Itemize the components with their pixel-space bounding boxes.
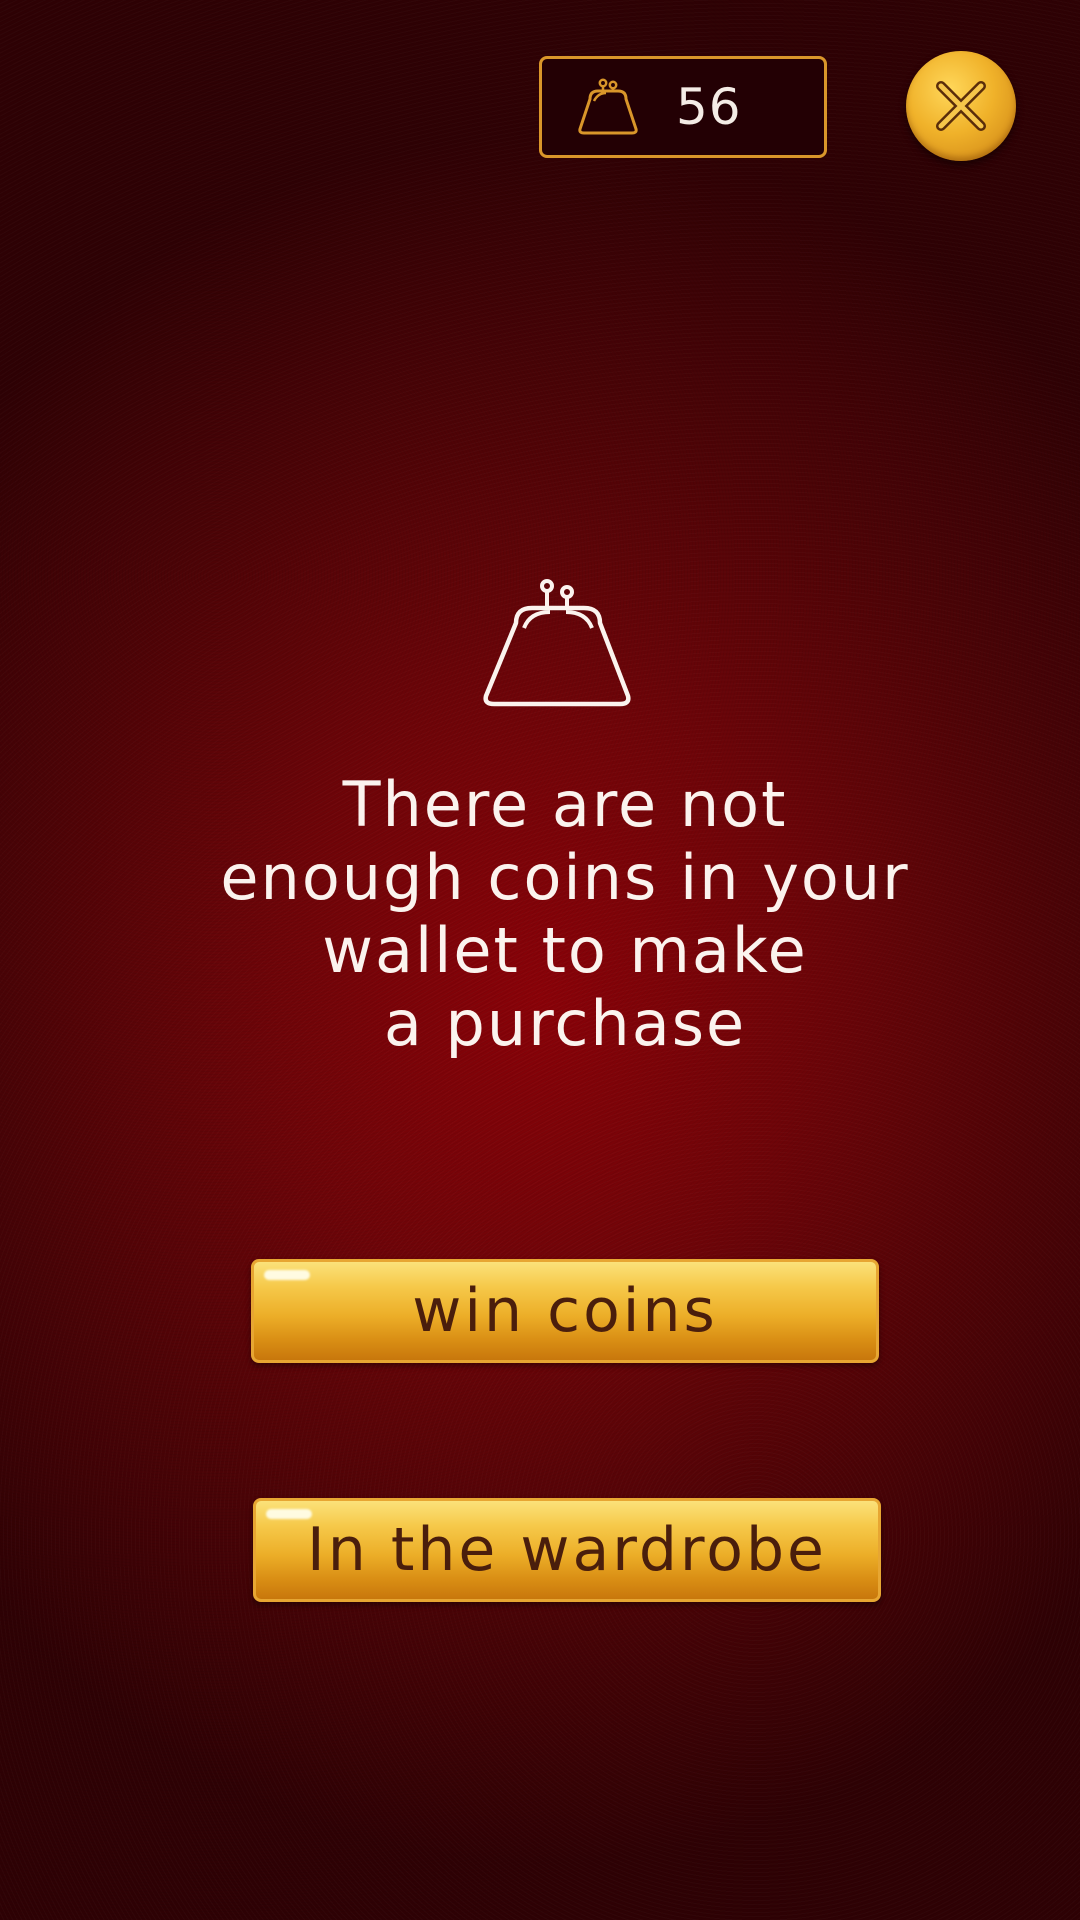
coin-balance: 56 [539, 56, 827, 158]
win-coins-label: win coins [412, 1276, 718, 1346]
wardrobe-label: In the wardrobe [307, 1515, 827, 1585]
message-line: wallet to make [322, 914, 808, 987]
purse-icon [578, 78, 638, 135]
wardrobe-button[interactable]: In the wardrobe [253, 1498, 881, 1602]
message-line: enough coins in your [220, 841, 910, 914]
close-button[interactable] [906, 51, 1016, 161]
purse-icon [483, 579, 631, 707]
insufficient-coins-message: There are not enough coins in your walle… [160, 768, 970, 1060]
message-line: a purchase [383, 987, 747, 1060]
win-coins-button[interactable]: win coins [251, 1259, 879, 1363]
close-icon [936, 81, 986, 131]
message-line: There are not [342, 768, 788, 841]
coin-count: 56 [676, 78, 742, 136]
